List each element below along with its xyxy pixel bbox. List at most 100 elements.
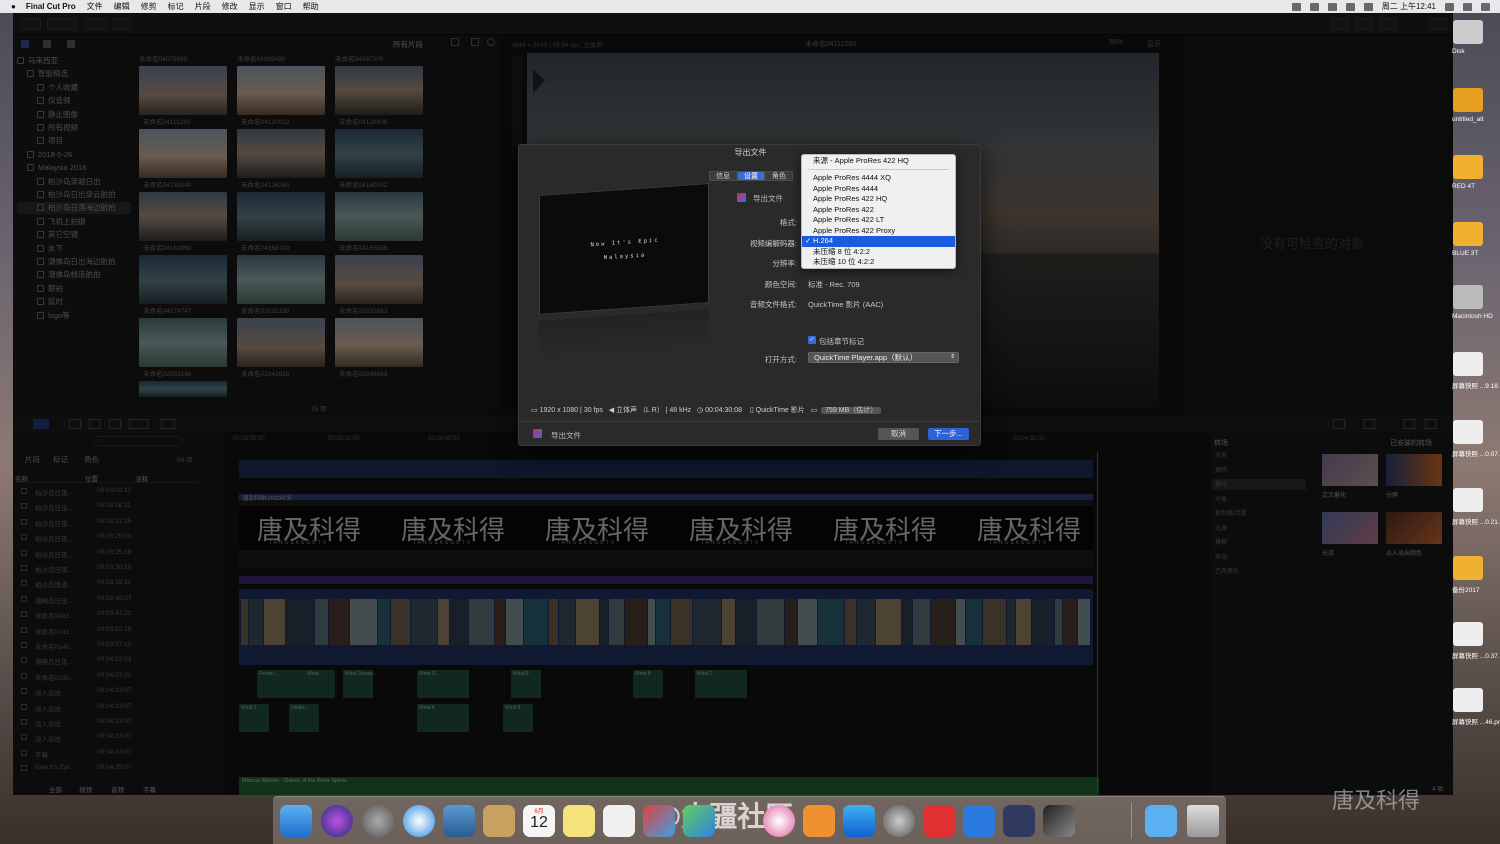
codec-option[interactable]: 未压缩 10 位 4:2:2 — [802, 257, 955, 268]
codec-option[interactable]: ✓ H.264 — [802, 236, 955, 247]
menu-file[interactable]: 文件 — [87, 1, 103, 12]
desktop-item-icon[interactable] — [1453, 352, 1483, 376]
menu-separator — [808, 169, 949, 170]
downloads-folder-icon[interactable] — [1145, 805, 1177, 837]
summary-size: 759 MB（估计） — [821, 407, 882, 414]
finder-icon[interactable] — [280, 805, 312, 837]
codec-menu-source[interactable]: 来源 - Apple ProRes 422 HQ — [802, 156, 955, 167]
volume-icon[interactable] — [1345, 2, 1355, 11]
launchpad-icon[interactable] — [362, 805, 394, 837]
dock: 6月 12 — [273, 796, 1226, 844]
netease-music-icon[interactable] — [923, 805, 955, 837]
desktop-item-label: 屏幕快照 ...46.png — [1452, 719, 1500, 726]
notification-center-icon[interactable] — [1481, 2, 1490, 11]
mail-icon[interactable] — [443, 805, 475, 837]
codec-option[interactable]: Apple ProRes 422 HQ — [802, 194, 955, 205]
tab-info[interactable]: 信息 — [709, 171, 737, 181]
maps-icon[interactable] — [683, 805, 715, 837]
document-icon: ▯ — [749, 407, 754, 414]
apple-menu-icon[interactable]: ● — [11, 2, 16, 11]
status-icon[interactable] — [1291, 2, 1301, 11]
safari-icon[interactable] — [403, 805, 435, 837]
input-method-icon[interactable] — [1363, 2, 1373, 11]
photos-icon[interactable] — [643, 805, 675, 837]
reminders-icon[interactable] — [603, 805, 635, 837]
desktop-item-icon[interactable] — [1453, 20, 1483, 44]
desktop-item-label: BLUE 3T — [1452, 250, 1479, 257]
menu-trim[interactable]: 修剪 — [141, 1, 157, 12]
trash-icon[interactable] — [1187, 805, 1219, 837]
chapters-checkbox[interactable]: ✓ — [808, 336, 816, 344]
tab-settings[interactable]: 设置 — [737, 171, 765, 181]
codec-option[interactable]: Apple ProRes 422 LT — [802, 215, 955, 226]
codec-option-label: Apple ProRes 422 — [813, 204, 874, 214]
desktop-item-icon[interactable] — [1453, 222, 1483, 246]
display-icon: ▭ — [810, 407, 818, 414]
dbdisk-icon[interactable] — [1003, 805, 1035, 837]
notes-icon[interactable] — [563, 805, 595, 837]
menu-modify[interactable]: 修改 — [222, 1, 238, 12]
codec-option-label: Apple ProRes 4444 XQ — [813, 173, 891, 182]
desktop-item-label: Disk — [1452, 48, 1465, 55]
siri-icon[interactable] — [1463, 2, 1472, 11]
video-codec-menu: 来源 - Apple ProRes 422 HQ Apple ProRes 44… — [801, 154, 956, 269]
tab-roles[interactable]: 角色 — [765, 171, 793, 181]
app-menu[interactable]: Final Cut Pro — [26, 2, 76, 11]
codec-option[interactable]: Apple ProRes 4444 — [802, 184, 955, 195]
menubar-clock[interactable]: 周二 上午12:41 — [1382, 1, 1436, 12]
desktop-item-icon[interactable] — [1453, 420, 1483, 444]
open-with-popup[interactable]: QuickTime Player.app（默认） ⇕ — [808, 352, 959, 363]
calendar-icon[interactable]: 6月 12 — [523, 805, 555, 837]
open-with-value: QuickTime Player.app（默认） — [814, 353, 918, 362]
desktop-item-icon[interactable] — [1453, 88, 1483, 112]
contacts-icon[interactable] — [483, 805, 515, 837]
footer-export-icon — [533, 429, 542, 438]
desktop-item-icon[interactable] — [1453, 556, 1483, 580]
desktop-item-icon[interactable] — [1453, 622, 1483, 646]
menu-window[interactable]: 窗口 — [276, 1, 292, 12]
codec-option[interactable]: Apple ProRes 422 Proxy — [802, 226, 955, 237]
ibooks-icon[interactable] — [803, 805, 835, 837]
export-preview-frame: Now It's Epic Malaysia — [539, 183, 709, 315]
menu-help[interactable]: 帮助 — [303, 1, 319, 12]
siri-icon[interactable] — [321, 805, 353, 837]
desktop-item-icon[interactable] — [1453, 285, 1483, 309]
codec-option-label: Apple ProRes 422 LT — [813, 215, 885, 224]
footer-destination: 导出文件 — [551, 431, 581, 440]
desktop-item-icon[interactable] — [1453, 155, 1483, 179]
codec-option[interactable]: Apple ProRes 422 — [802, 205, 955, 216]
desktop-item-label: 备份2017 — [1452, 587, 1480, 594]
final-cut-pro-icon[interactable] — [1043, 805, 1075, 837]
desktop-item-label: 屏幕快照 ...0.07.png — [1452, 451, 1500, 458]
airplay-icon[interactable] — [1309, 2, 1319, 11]
spotlight-icon[interactable] — [1445, 2, 1454, 11]
desktop-item-label: Macintosh HD — [1452, 313, 1493, 320]
menu-view[interactable]: 显示 — [249, 1, 265, 12]
codec-option-label: H.264 — [813, 236, 834, 245]
system-preferences-icon[interactable] — [883, 805, 915, 837]
next-button[interactable]: 下一步... — [928, 428, 969, 440]
wifi-icon[interactable] — [1327, 2, 1337, 11]
checkmark-icon: ✓ — [805, 236, 812, 245]
export-file-icon — [737, 193, 746, 202]
desktop-item-icon[interactable] — [1453, 488, 1483, 512]
menu-mark[interactable]: 标记 — [168, 1, 184, 12]
baidu-netdisk-icon[interactable] — [963, 805, 995, 837]
chevron-updown-icon: ⇕ — [949, 354, 955, 360]
itunes-icon[interactable] — [763, 805, 795, 837]
summary-duration: 00:04:30:08 — [705, 407, 743, 414]
summary-container: QuickTime 影片 — [755, 407, 805, 414]
codec-option-label: Apple ProRes 422 Proxy — [813, 225, 896, 235]
chapters-label: 包括章节标记 — [819, 337, 864, 346]
desktop-item-label: RED 4T — [1452, 183, 1476, 190]
speaker-icon: ◀ — [608, 407, 615, 414]
codec-option[interactable]: 未压缩 8 位 4:2:2 — [802, 247, 955, 258]
codec-option[interactable]: Apple ProRes 4444 XQ — [802, 173, 955, 184]
menu-clip[interactable]: 片段 — [195, 1, 211, 12]
preview-subtitle: Malaysia — [603, 252, 647, 262]
menu-edit[interactable]: 编辑 — [114, 1, 130, 12]
desktop-item-label: 屏幕快照 ...9.18.png — [1452, 383, 1500, 390]
app-store-icon[interactable] — [843, 805, 875, 837]
desktop-item-icon[interactable] — [1453, 688, 1483, 712]
cancel-button[interactable]: 取消 — [878, 428, 919, 440]
